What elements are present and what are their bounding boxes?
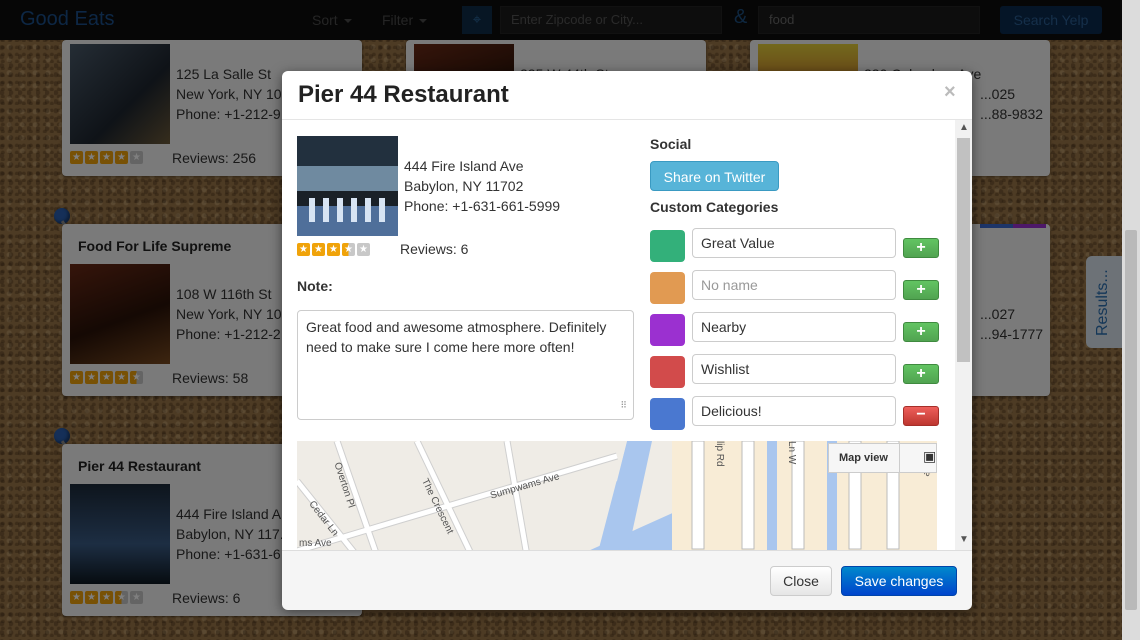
category-row: Wishlist + — [650, 354, 940, 390]
restaurant-detail-modal: Pier 44 Restaurant × 444 Fire Island Ave… — [282, 71, 972, 610]
map-road — [741, 441, 755, 550]
scroll-down-icon[interactable]: ▼ — [959, 534, 969, 545]
add-category-button[interactable]: + — [903, 364, 939, 384]
category-name-input[interactable]: Nearby — [692, 312, 896, 342]
rating-stars: ★★★★★ — [297, 243, 370, 257]
close-icon[interactable]: × — [944, 81, 956, 104]
category-row: Great Value + — [650, 228, 940, 264]
social-label: Social — [650, 136, 692, 152]
add-category-button[interactable]: + — [903, 322, 939, 342]
restaurant-phone: Phone: +1-631-661-5999 — [404, 198, 561, 214]
category-name-input[interactable]: No name — [692, 270, 896, 300]
map-street-label: ms Ave — [299, 538, 332, 549]
star-icon: ★ — [312, 243, 325, 256]
category-row: Delicious! − — [650, 396, 940, 432]
category-color-swatch[interactable] — [650, 398, 685, 430]
restaurant-photo — [297, 136, 398, 236]
share-twitter-button[interactable]: Share on Twitter — [650, 161, 779, 191]
map-street-label: lip Rd — [714, 441, 725, 467]
note-text: Great food and awesome atmosphere. Defin… — [306, 319, 607, 355]
star-icon: ★ — [342, 243, 355, 256]
page-scrollbar-thumb[interactable] — [1125, 230, 1137, 610]
modal-scrollbar-thumb[interactable] — [957, 138, 970, 362]
modal-footer: Close Save changes — [282, 550, 972, 610]
map-view-label: Map view — [839, 452, 888, 464]
restaurant-city: Babylon, NY 11702 — [404, 178, 524, 194]
map-street-label: Ln W — [786, 441, 797, 465]
category-color-swatch[interactable] — [650, 314, 685, 346]
category-color-swatch[interactable] — [650, 230, 685, 262]
star-icon: ★ — [297, 243, 310, 256]
transit-icon[interactable]: ▣ — [923, 448, 936, 465]
star-icon: ★ — [327, 243, 340, 256]
modal-header: Pier 44 Restaurant × — [282, 71, 972, 120]
star-icon: ★ — [357, 243, 370, 256]
map-view-toggle[interactable]: Map view ▣ — [828, 443, 937, 473]
add-category-button[interactable]: + — [903, 280, 939, 300]
add-category-button[interactable]: + — [903, 238, 939, 258]
scroll-up-icon[interactable]: ▲ — [959, 122, 969, 133]
category-name-input[interactable]: Wishlist — [692, 354, 896, 384]
category-row: No name + — [650, 270, 940, 306]
note-label: Note: — [297, 278, 333, 294]
modal-body: 444 Fire Island Ave Babylon, NY 11702 Ph… — [282, 120, 972, 550]
save-changes-button[interactable]: Save changes — [841, 566, 957, 596]
category-name-input[interactable]: Great Value — [692, 228, 896, 258]
review-count: Reviews: 6 — [400, 241, 469, 257]
remove-category-button[interactable]: − — [903, 406, 939, 426]
close-button[interactable]: Close — [770, 566, 832, 596]
custom-categories-label: Custom Categories — [650, 199, 779, 215]
resize-grip-icon[interactable]: ⠿ — [620, 395, 627, 415]
restaurant-address: 444 Fire Island Ave — [404, 158, 524, 174]
modal-title: Pier 44 Restaurant — [298, 81, 509, 108]
category-name-input[interactable]: Delicious! — [692, 396, 896, 426]
note-textarea[interactable]: Great food and awesome atmosphere. Defin… — [297, 310, 634, 420]
page-scrollbar[interactable] — [1122, 0, 1140, 640]
category-color-swatch[interactable] — [650, 272, 685, 304]
map-road — [691, 441, 705, 550]
location-map[interactable]: Overton Pl The Crescent Sumpwams Ave Ced… — [297, 441, 937, 550]
toggle-divider — [899, 444, 900, 472]
category-color-swatch[interactable] — [650, 356, 685, 388]
modal-scrollbar[interactable]: ▲ ▼ — [955, 120, 972, 550]
category-row: Nearby + — [650, 312, 940, 348]
